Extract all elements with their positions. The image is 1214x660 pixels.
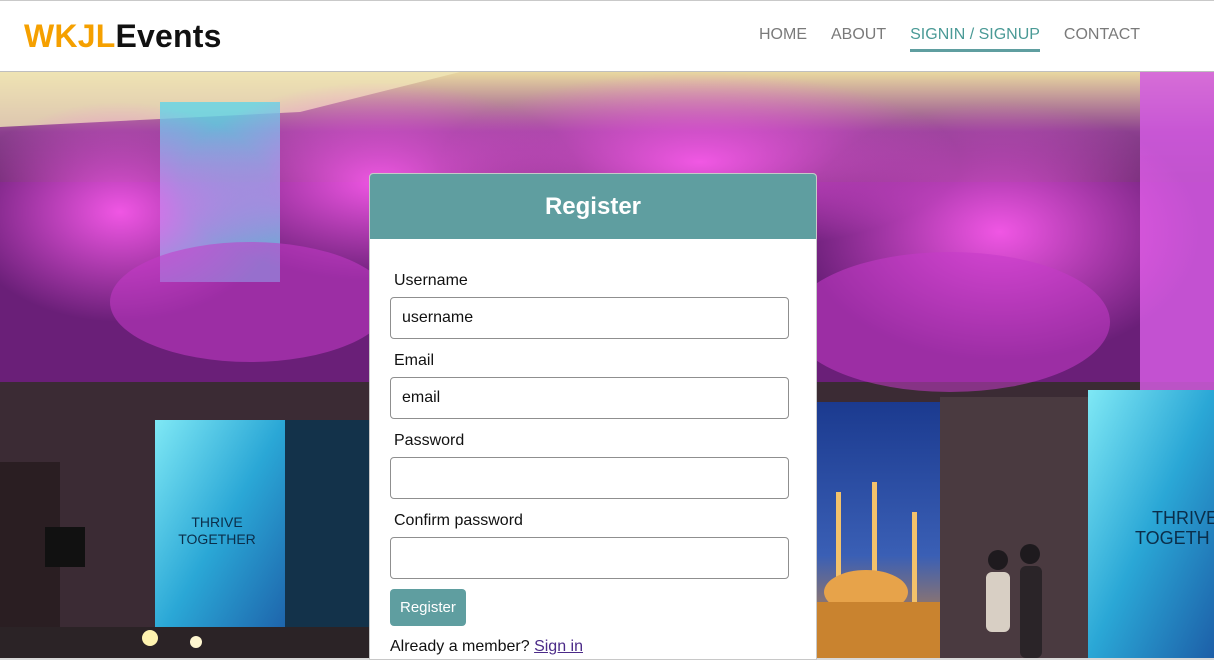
nav-contact[interactable]: CONTACT bbox=[1064, 25, 1140, 52]
email-input[interactable] bbox=[390, 377, 789, 419]
register-card: Register Username Email Password Confirm… bbox=[369, 173, 817, 660]
screen-text-left-2: TOGETHER bbox=[178, 531, 256, 547]
screen-text-right-2: TOGETH bbox=[1135, 528, 1210, 548]
register-button[interactable]: Register bbox=[390, 589, 466, 626]
confirm-password-input[interactable] bbox=[390, 537, 789, 579]
nav-signin-signup[interactable]: SIGNIN / SIGNUP bbox=[910, 25, 1040, 52]
email-label: Email bbox=[394, 352, 435, 369]
screen-text-left-1: THRIVE bbox=[191, 514, 242, 530]
username-label: Username bbox=[394, 272, 468, 289]
nav-about[interactable]: ABOUT bbox=[831, 25, 886, 52]
register-card-title: Register bbox=[370, 174, 816, 239]
brand-logo-part2: Events bbox=[115, 18, 222, 54]
nav-home[interactable]: HOME bbox=[759, 25, 807, 52]
confirm-password-label: Confirm password bbox=[394, 512, 523, 529]
brand-logo[interactable]: WKJLEvents bbox=[24, 18, 222, 54]
screen-text-right-1: THRIVE bbox=[1152, 508, 1214, 528]
register-form: Username Email Password Confirm password… bbox=[370, 271, 816, 656]
main-nav: HOME ABOUT SIGNIN / SIGNUP CONTACT bbox=[759, 25, 1140, 52]
username-input[interactable] bbox=[390, 297, 789, 339]
site-header: WKJLEvents HOME ABOUT SIGNIN / SIGNUP CO… bbox=[0, 1, 1214, 72]
brand-logo-part1: WKJL bbox=[24, 18, 116, 54]
signin-prompt: Already a member? Sign in bbox=[390, 638, 789, 656]
password-label: Password bbox=[394, 432, 465, 449]
password-input[interactable] bbox=[390, 457, 789, 499]
signin-prompt-text: Already a member? bbox=[390, 638, 530, 655]
signin-link[interactable]: Sign in bbox=[534, 638, 583, 655]
